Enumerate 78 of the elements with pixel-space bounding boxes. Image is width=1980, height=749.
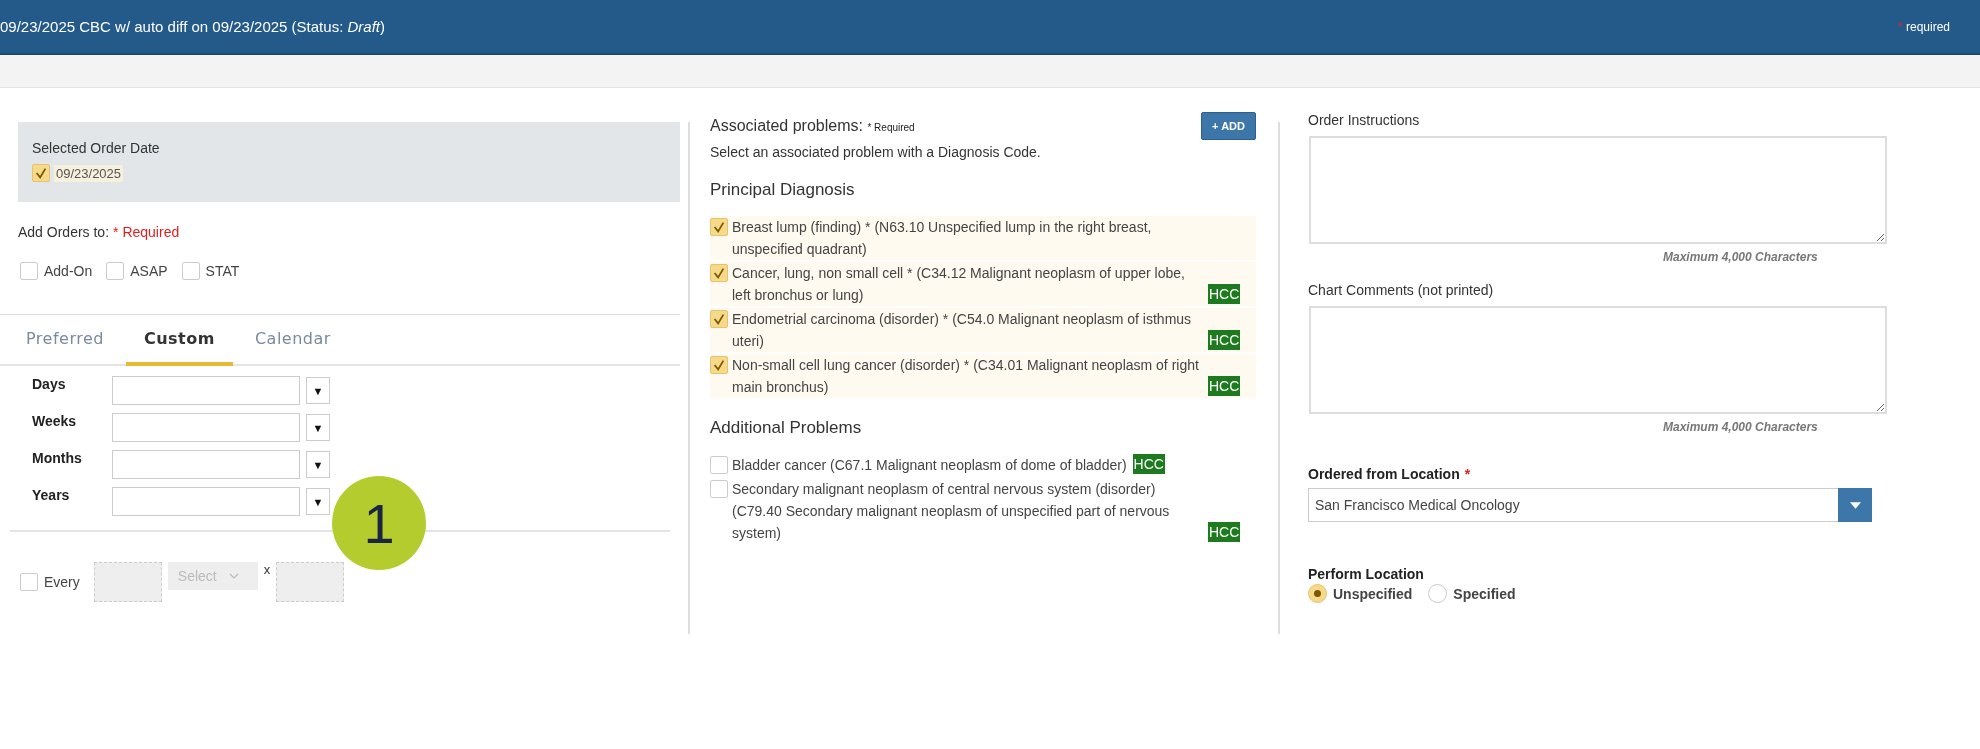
required-mark: * <box>1464 466 1471 482</box>
checkbox-label: ASAP <box>130 263 168 279</box>
input-field[interactable] <box>93 562 162 602</box>
problem-checkbox[interactable] <box>710 310 728 328</box>
times-sign: x <box>263 562 271 577</box>
radio-button[interactable] <box>1428 584 1448 603</box>
interval-label: Days <box>32 375 67 392</box>
order-title: 09/23/2025 CBC w/ auto diff on 09/23/2025 (Status: Draft) <box>0 18 385 35</box>
problem-checkbox[interactable] <box>710 480 728 498</box>
required-note: * required <box>1897 19 1950 34</box>
required-note: * Required <box>113 224 180 240</box>
hcc-tag: HCC <box>1208 522 1241 542</box>
problem-text: Endometrial carcinoma (disorder) * (C54.0 Malignant neoplasm of isthmus uteri) <box>732 310 1193 351</box>
check-icon <box>34 166 48 180</box>
checkbox[interactable] <box>106 262 125 280</box>
radio-label: Specified <box>1453 585 1516 602</box>
checkbox[interactable] <box>20 262 38 280</box>
field-label: Perform Location <box>1308 566 1424 582</box>
problem-checkbox[interactable] <box>710 218 728 236</box>
location-select[interactable]: San Francisco Medical Oncology <box>1308 488 1872 522</box>
character-limit: Maximum 4,000 Characters <box>1663 420 1818 434</box>
field-label: Chart Comments (not printed) <box>1308 282 1494 298</box>
field-label: Order Instructions <box>1308 112 1420 128</box>
required-note: * Required <box>867 122 915 133</box>
chevron-icon <box>228 573 239 579</box>
text-area[interactable] <box>1309 306 1887 414</box>
dropdown-button[interactable]: ▼ <box>306 488 330 515</box>
hcc-tag: HCC <box>1208 284 1241 304</box>
input-field[interactable] <box>112 413 300 442</box>
check-icon <box>712 266 726 280</box>
dropdown-button[interactable]: ▼ <box>306 377 330 404</box>
group-title: Additional Problems <box>710 418 862 438</box>
interval-label: Months <box>32 449 83 466</box>
order-date-label: Selected Order Date <box>32 140 160 156</box>
check-icon <box>712 358 726 372</box>
check-icon <box>712 312 726 326</box>
tab[interactable]: Calendar <box>240 315 345 366</box>
check-icon <box>712 220 726 234</box>
input-field[interactable] <box>112 450 300 479</box>
group-title: Principal Diagnosis <box>710 180 855 200</box>
problem-text: Secondary malignant neoplasm of central nervous system (disorder) (C79.40 Secondary malignant neoplasm of unspecified part of nervous system) <box>732 480 1171 543</box>
checkbox-label: Every <box>44 574 80 590</box>
hcc-tag: HCC <box>1132 454 1165 474</box>
add-orders-label: Add Orders to: <box>18 224 110 240</box>
problem-checkbox[interactable] <box>710 264 728 282</box>
problem-checkbox[interactable] <box>710 356 728 374</box>
problem-text: Bladder cancer (C67.1 Malignant neoplasm of dome of bladder) <box>732 456 1127 475</box>
problems-hint: Select an associated problem with a Diagnosis Code. <box>710 144 1041 160</box>
problems-title: Associated problems: <box>710 117 863 134</box>
character-limit: Maximum 4,000 Characters <box>1663 250 1818 264</box>
dropdown-button[interactable]: ▼ <box>306 451 330 478</box>
problem-text: Breast lump (finding) * (N63.10 Unspecified lump in the right breast, unspecified quadrant) <box>732 218 1153 259</box>
input-field[interactable] <box>276 562 345 602</box>
input-field[interactable] <box>112 487 300 516</box>
hcc-tag: HCC <box>1208 376 1241 396</box>
callout-badge: 1 <box>332 476 426 570</box>
hcc-tag: HCC <box>1208 330 1241 350</box>
text-area[interactable] <box>1309 136 1887 244</box>
every-checkbox[interactable] <box>20 573 38 591</box>
radio-button[interactable] <box>1308 584 1327 603</box>
tab[interactable]: Preferred <box>12 315 118 366</box>
order-date: 09/23/2025 <box>54 164 124 182</box>
problem-checkbox[interactable] <box>710 456 728 474</box>
dropdown-button[interactable]: ▼ <box>306 414 330 441</box>
input-field[interactable] <box>112 376 300 405</box>
checkbox-label: STAT <box>205 263 240 279</box>
radio-label: Unspecified <box>1333 585 1413 602</box>
interval-label: Years <box>32 486 71 503</box>
field-label: Ordered from Location <box>1308 466 1460 482</box>
caret-icon <box>1849 501 1861 509</box>
problem-text: Cancer, lung, non small cell * (C34.12 Malignant neoplasm of upper lobe, left bronchus or lung) <box>732 264 1186 305</box>
interval-label: Weeks <box>32 412 78 429</box>
checkbox[interactable] <box>181 262 200 280</box>
problem-text: Non-small cell lung cancer (disorder) * (C34.01 Malignant neoplasm of right main bronchus) <box>732 356 1200 397</box>
tab[interactable]: Custom <box>125 315 233 366</box>
checkbox-label: Add-On <box>44 263 93 279</box>
add-button[interactable]: + ADD <box>1201 112 1256 140</box>
date-checkbox[interactable] <box>32 164 50 182</box>
